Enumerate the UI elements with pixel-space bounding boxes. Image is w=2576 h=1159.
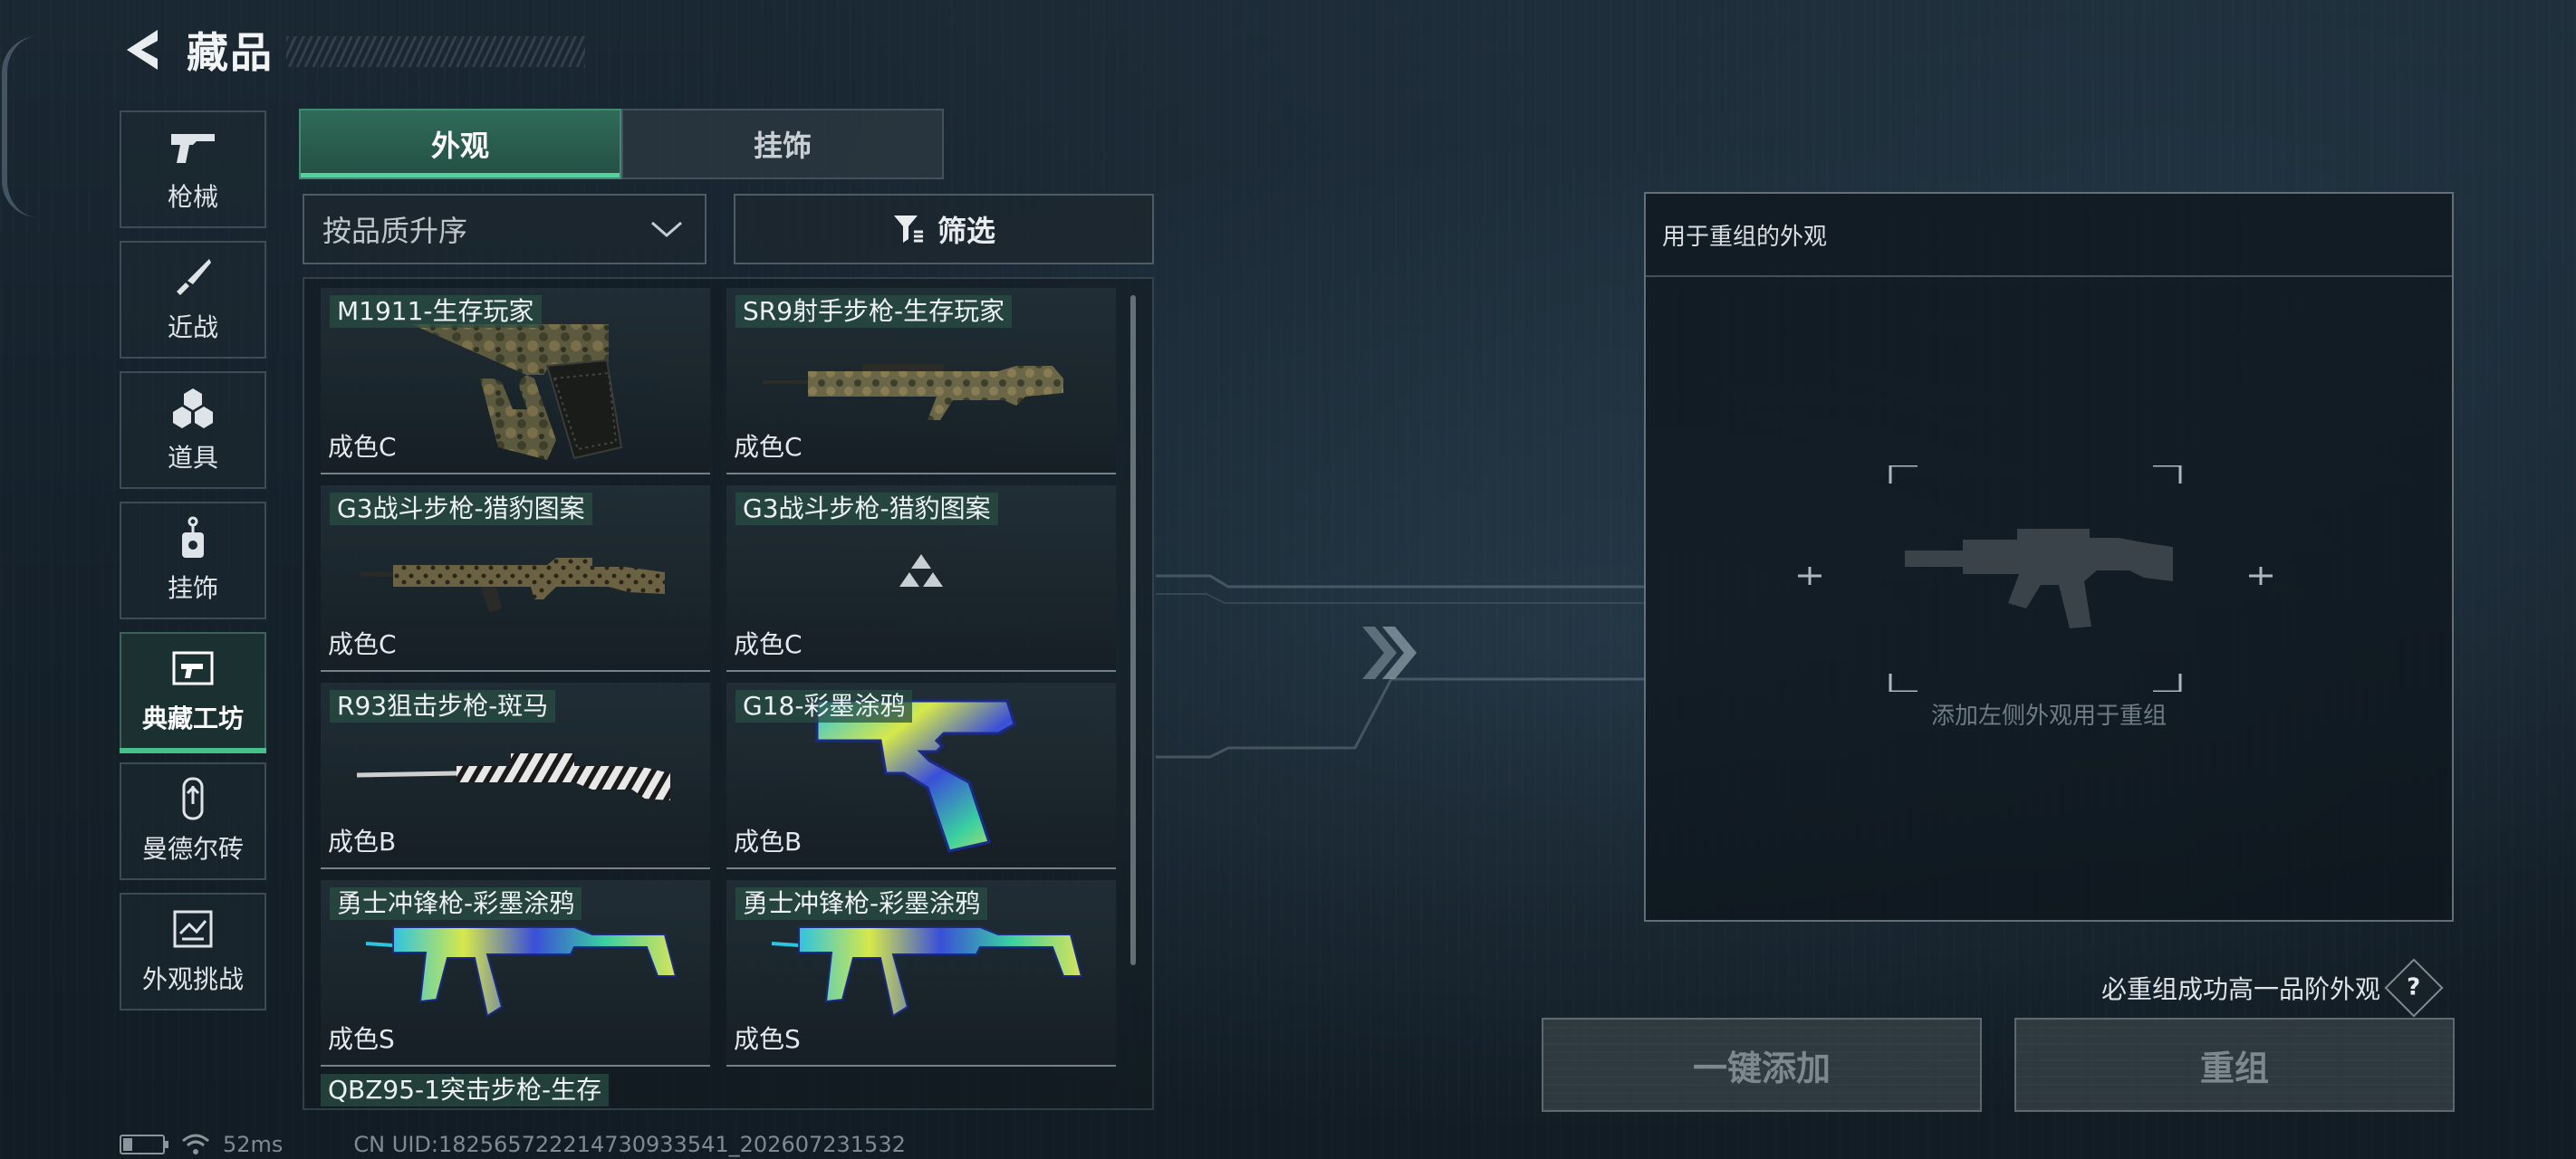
sidebar-item-charms[interactable]: 挂饰 xyxy=(120,502,266,619)
skin-name: M1911-生存玩家 xyxy=(330,295,542,328)
double-chevron-right-icon xyxy=(1357,623,1420,683)
filter-label: 筛选 xyxy=(937,214,995,248)
skin-card[interactable]: 勇士冲锋枪-彩墨涂鸦 成色S xyxy=(726,880,1116,1067)
skin-name: G18-彩墨涂鸦 xyxy=(735,690,913,723)
wifi-icon xyxy=(181,1133,210,1156)
sidebar-item-skin-challenge[interactable]: 外观挑战 xyxy=(120,893,266,1011)
sidebar-item-label: 外观挑战 xyxy=(141,964,244,994)
skin-grade: 成色C xyxy=(734,629,803,659)
skin-grade: 成色B xyxy=(734,827,803,857)
skin-name: 勇士冲锋枪-彩墨涂鸦 xyxy=(735,887,988,920)
sidebar-item-workshop[interactable]: 典藏工坊 xyxy=(120,632,266,753)
edge-arc-decoration xyxy=(2,36,38,217)
skin-grade: 成色S xyxy=(328,1024,395,1054)
skin-grid-panel[interactable]: M1911-生存玩家 成色C SR9射手步枪-生存玩家 成色C G3战斗步枪-猎… xyxy=(303,277,1154,1110)
sidebar-item-guns[interactable]: 枪械 xyxy=(120,110,266,228)
page-header: 藏品 xyxy=(120,20,274,80)
guarantee-note: 必重组成功高一品阶外观 ? xyxy=(2101,958,2444,1018)
sidebar-item-label: 挂饰 xyxy=(167,573,218,603)
tab-appearance[interactable]: 外观 xyxy=(299,109,621,179)
grenade-icon xyxy=(168,386,218,429)
partial-skin-card[interactable]: QBZ95-1突击步枪-生存 xyxy=(321,1074,710,1108)
skin-grade: 成色C xyxy=(328,629,397,659)
workshop-icon xyxy=(168,647,218,690)
skin-grade: 成色C xyxy=(734,432,803,462)
skin-name: 勇士冲锋枪-彩墨涂鸦 xyxy=(330,887,582,920)
guarantee-text: 必重组成功高一品阶外观 xyxy=(2101,974,2381,1004)
panel-hint: 添加左侧外观用于重组 xyxy=(1930,703,2167,730)
tab-bar: 外观 挂饰 xyxy=(299,109,944,179)
skin-name: G3战斗步枪-猎豹图案 xyxy=(330,493,592,525)
challenge-icon xyxy=(168,907,218,951)
skin-grid: M1911-生存玩家 成色C SR9射手步枪-生存玩家 成色C G3战斗步枪-猎… xyxy=(321,288,1118,1067)
title-stripes-decoration xyxy=(286,36,585,67)
recombine-panel: 用于重组的外观 添加左侧外观用于重组 xyxy=(1644,192,2454,922)
skin-name: SR9射手步枪-生存玩家 xyxy=(735,295,1013,328)
skin-card[interactable]: G3战斗步枪-猎豹图案 成色C xyxy=(321,485,710,672)
sidebar-item-label: 道具 xyxy=(167,443,218,473)
skin-card[interactable]: R93狙击步枪-斑马 成色B xyxy=(321,683,710,869)
skin-name: G3战斗步枪-猎豹图案 xyxy=(735,493,998,525)
uid-readout: CN UID:18256572221473093354​1_2026072315… xyxy=(353,1132,906,1157)
ping-readout: 52ms xyxy=(223,1132,284,1157)
skin-grade: 成色S xyxy=(734,1024,801,1054)
sort-dropdown[interactable]: 按品质升序 xyxy=(303,194,706,264)
skin-card[interactable]: M1911-生存玩家 成色C xyxy=(321,288,710,474)
battery-icon xyxy=(120,1135,168,1154)
help-icon[interactable]: ? xyxy=(2384,958,2444,1018)
grid-scrollbar[interactable] xyxy=(1130,295,1136,965)
tab-charms[interactable]: 挂饰 xyxy=(621,109,944,179)
add-all-button[interactable]: 一键添加 xyxy=(1542,1018,1982,1112)
panel-title: 用于重组的外观 xyxy=(1646,194,2452,277)
sidebar-item-items[interactable]: 道具 xyxy=(120,371,266,489)
empty-slot-rifle-silhouette[interactable] xyxy=(1782,465,2325,692)
skin-grade: 成色C xyxy=(328,432,397,462)
category-sidebar: 枪械 近战 道具 挂饰 典藏工坊 曼德尔砖 外观挑战 xyxy=(120,110,268,1023)
brick-icon xyxy=(168,777,218,820)
skin-card[interactable]: 勇士冲锋枪-彩墨涂鸦 成色S xyxy=(321,880,710,1067)
status-bar: 52ms CN UID:18256572221473093354​1_20260… xyxy=(120,1132,906,1157)
sort-label: 按品质升序 xyxy=(322,214,468,248)
knife-icon xyxy=(168,255,218,299)
chevron-down-icon xyxy=(649,216,685,250)
filter-button[interactable]: 筛选 xyxy=(734,194,1154,264)
filter-icon xyxy=(892,214,925,244)
sidebar-item-label: 曼德尔砖 xyxy=(141,834,244,864)
skin-card[interactable]: G3战斗步枪-猎豹图案 成色C xyxy=(726,485,1116,672)
page-title: 藏品 xyxy=(187,28,274,77)
sidebar-item-label: 枪械 xyxy=(167,182,218,212)
skin-card[interactable]: SR9射手步枪-生存玩家 成色C xyxy=(726,288,1116,474)
sidebar-item-melee[interactable]: 近战 xyxy=(120,241,266,359)
back-arrow-icon[interactable] xyxy=(120,23,165,77)
sidebar-item-label: 近战 xyxy=(167,312,218,342)
skin-grade: 成色B xyxy=(328,827,397,857)
skin-name: QBZ95-1突击步枪-生存 xyxy=(321,1074,610,1106)
recombine-button[interactable]: 重组 xyxy=(2014,1018,2455,1112)
skin-name: R93狙击步枪-斑马 xyxy=(330,690,556,723)
sidebar-item-mandel-brick[interactable]: 曼德尔砖 xyxy=(120,762,266,880)
skin-card[interactable]: G18-彩墨涂鸦 成色B xyxy=(726,683,1116,869)
pistol-icon xyxy=(168,125,218,168)
charm-icon xyxy=(168,516,218,560)
sidebar-item-label: 典藏工坊 xyxy=(141,704,244,733)
